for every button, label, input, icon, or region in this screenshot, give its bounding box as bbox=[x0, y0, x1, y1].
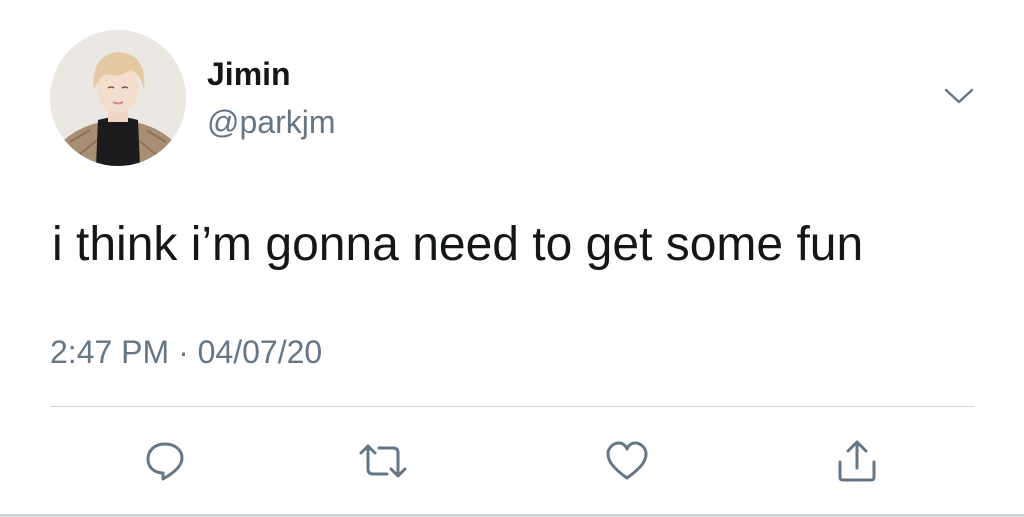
share-button[interactable] bbox=[830, 434, 884, 488]
chevron-down-icon[interactable] bbox=[942, 84, 976, 108]
avatar[interactable] bbox=[50, 30, 186, 166]
like-button[interactable] bbox=[600, 434, 654, 488]
author-display-name[interactable]: Jimin bbox=[207, 58, 291, 90]
tweet-text: i think i’m gonna need to get some fun bbox=[52, 218, 864, 271]
reply-icon bbox=[146, 442, 184, 481]
tweet-time: 2:47 PM bbox=[50, 334, 170, 370]
divider bbox=[50, 406, 975, 407]
share-icon bbox=[838, 440, 876, 482]
heart-icon bbox=[606, 441, 648, 480]
reply-button[interactable] bbox=[138, 434, 192, 488]
tweet-timestamp[interactable]: 2:47 PM · 04/07/20 bbox=[50, 336, 322, 368]
tweet-card: Jimin @parkjm i think i’m gonna need to … bbox=[0, 0, 1024, 517]
author-handle[interactable]: @parkjm bbox=[207, 106, 336, 138]
retweet-button[interactable] bbox=[356, 434, 410, 488]
timestamp-separator: · bbox=[178, 334, 189, 370]
avatar-photo bbox=[50, 30, 186, 166]
tweet-date: 04/07/20 bbox=[197, 334, 323, 370]
retweet-icon bbox=[359, 444, 407, 478]
